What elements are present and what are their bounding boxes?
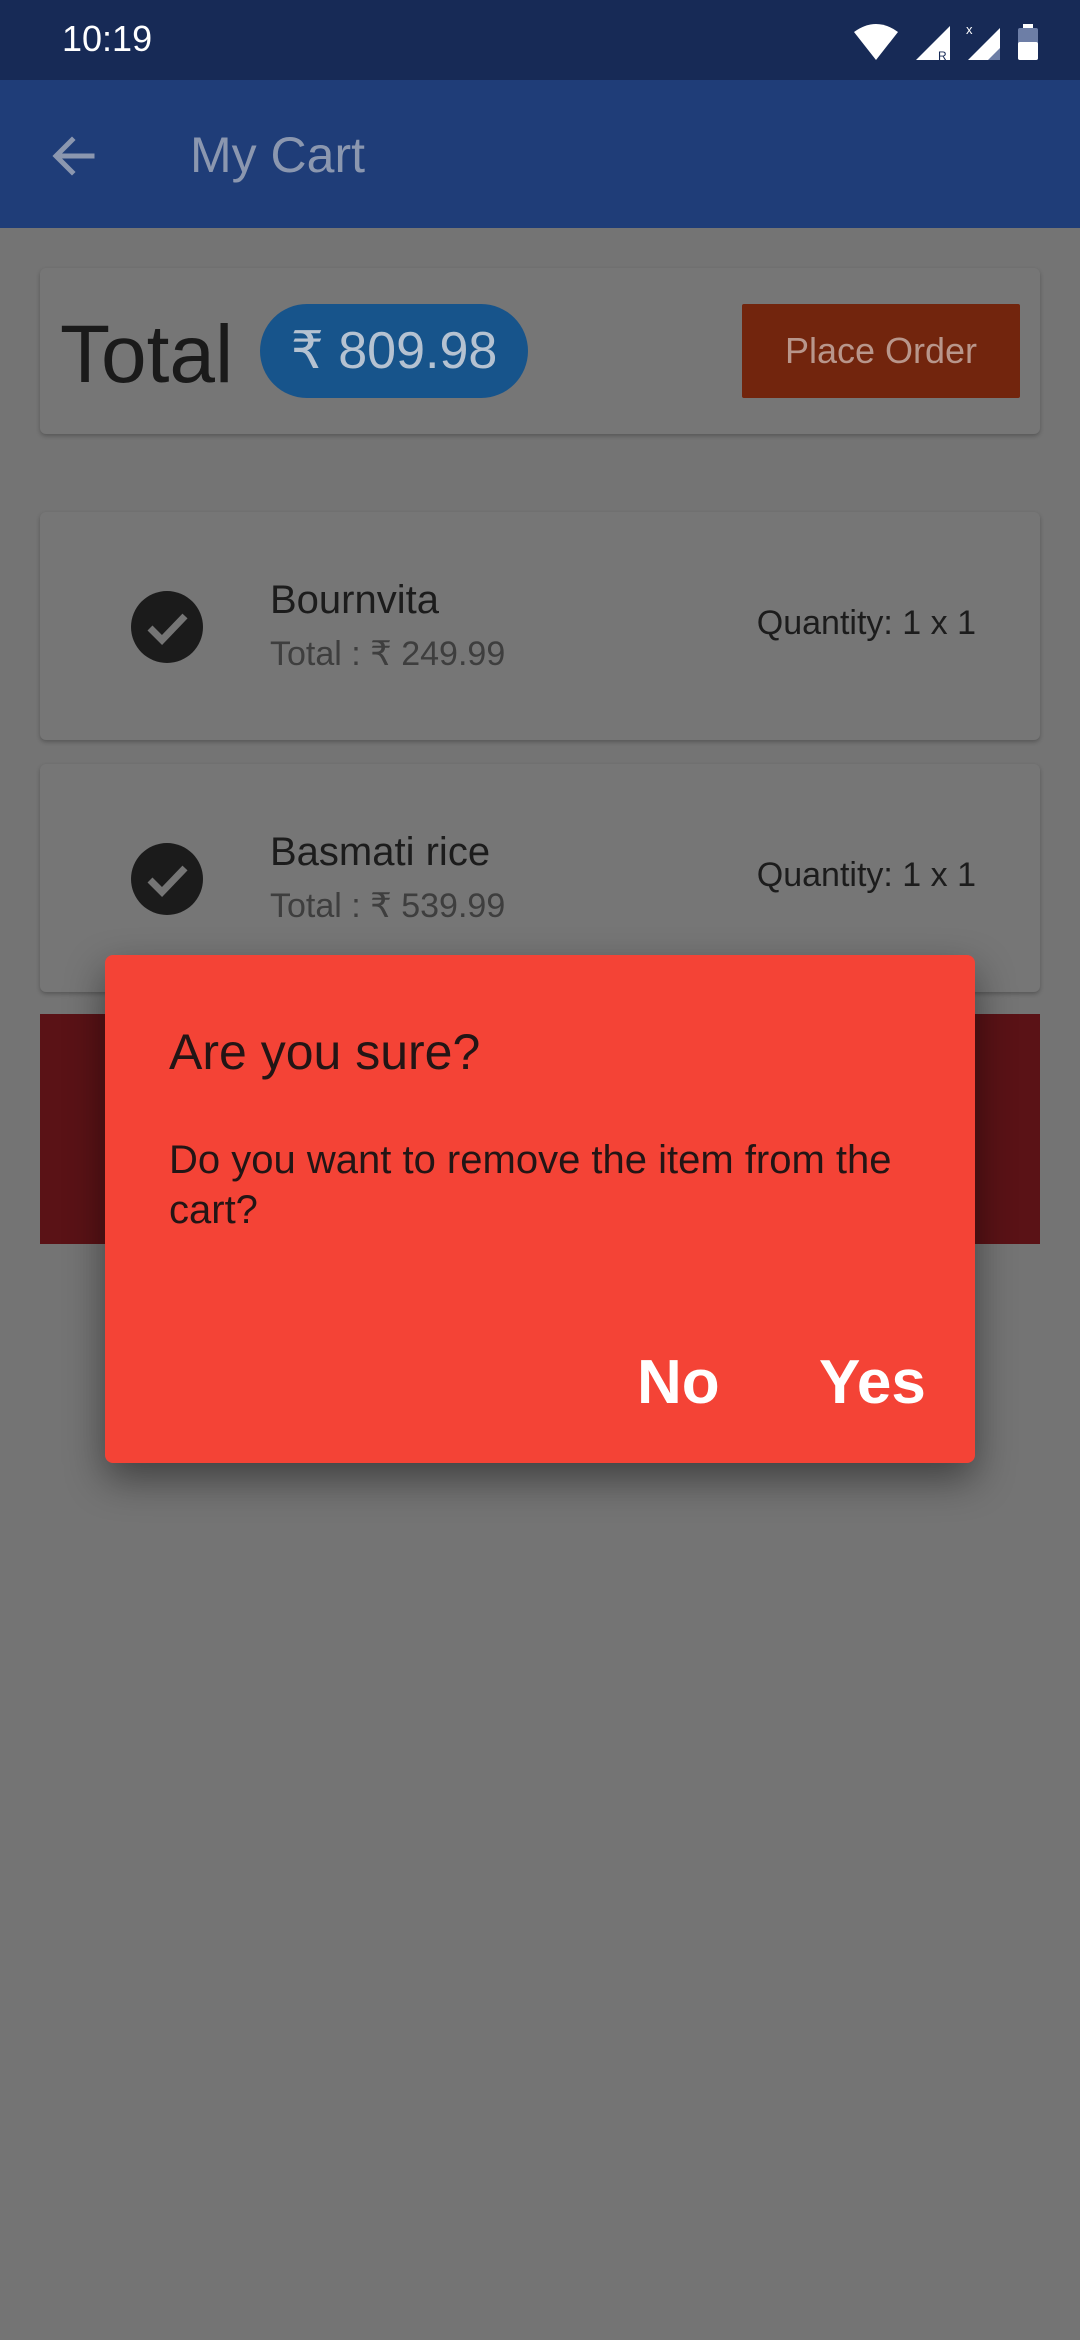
check-circle-icon[interactable] xyxy=(130,590,204,664)
status-icons: R x xyxy=(852,18,1040,62)
svg-text:R: R xyxy=(938,49,947,62)
dialog-message: Do you want to remove the item from the … xyxy=(169,1138,892,1232)
item-quantity: Quantity: 1 x 1 xyxy=(756,856,976,894)
confirm-dialog: Are you sure? Do you want to remove the … xyxy=(105,955,975,1463)
total-card: Total ₹ 809.98 Place Order xyxy=(40,268,1040,434)
signal-r-icon: R xyxy=(916,26,950,62)
list-item[interactable]: Bournvita Total : ₹ 249.99 Quantity: 1 x… xyxy=(40,512,1040,740)
item-name: Bournvita xyxy=(270,578,439,622)
back-arrow-icon[interactable] xyxy=(46,128,102,184)
place-order-label: Place Order xyxy=(784,330,978,371)
check-circle-icon[interactable] xyxy=(130,842,204,916)
wifi-icon xyxy=(854,24,898,60)
yes-button[interactable]: Yes xyxy=(819,1347,926,1418)
total-label: Total xyxy=(60,309,234,400)
item-total: Total : ₹ 539.99 xyxy=(270,887,506,925)
status-bar: 10:19 R x xyxy=(0,0,1080,80)
total-amount-badge: ₹ 809.98 xyxy=(260,304,528,398)
no-button[interactable]: No xyxy=(637,1347,720,1418)
item-quantity: Quantity: 1 x 1 xyxy=(756,604,976,642)
page-title: My Cart xyxy=(190,127,365,183)
battery-icon xyxy=(1018,24,1038,60)
status-time: 10:19 xyxy=(62,18,153,59)
signal-x-icon: x xyxy=(966,22,1000,60)
item-name: Basmati rice xyxy=(270,830,491,874)
item-total: Total : ₹ 249.99 xyxy=(270,635,506,673)
dialog-title: Are you sure? xyxy=(169,1024,481,1080)
svg-text:x: x xyxy=(966,22,973,37)
total-amount: ₹ 809.98 xyxy=(290,322,498,380)
app-bar: My Cart xyxy=(0,80,1080,228)
place-order-button[interactable]: Place Order xyxy=(742,304,1020,398)
